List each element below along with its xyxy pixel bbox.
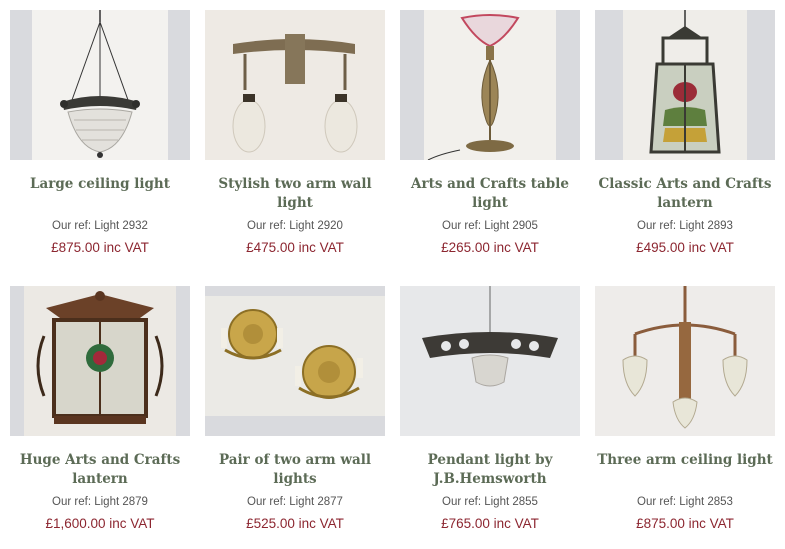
product-title[interactable]: Pair of two arm wall lights: [205, 451, 385, 489]
product-price: £875.00 inc VAT: [51, 240, 149, 255]
product-title[interactable]: Stylish two arm wall light: [205, 175, 385, 213]
product-title[interactable]: Three arm ceiling light: [595, 451, 775, 470]
product-card[interactable]: Pendant light by J.B.Hemsworth Our ref: …: [400, 286, 580, 548]
product-card[interactable]: Arts and Crafts table light Our ref: Lig…: [400, 10, 580, 286]
product-title[interactable]: Large ceiling light: [10, 175, 190, 194]
product-title[interactable]: Classic Arts and Crafts lantern: [595, 175, 775, 213]
wall-light-image[interactable]: [205, 10, 385, 160]
product-price: £495.00 inc VAT: [636, 240, 734, 255]
wall-lights-pair-image[interactable]: [205, 286, 385, 436]
ceiling-light-image[interactable]: [10, 10, 190, 160]
product-card[interactable]: Classic Arts and Crafts lantern Our ref:…: [595, 10, 775, 286]
product-title[interactable]: Arts and Crafts table light: [400, 175, 580, 213]
product-price: £525.00 inc VAT: [246, 516, 344, 531]
three-arm-light-image[interactable]: [595, 286, 775, 436]
product-ref: Our ref: Light 2877: [247, 496, 343, 508]
product-card[interactable]: Stylish two arm wall light Our ref: Ligh…: [205, 10, 385, 286]
product-grid: Large ceiling light Our ref: Light 2932 …: [10, 10, 775, 548]
product-ref: Our ref: Light 2893: [637, 220, 733, 232]
product-card[interactable]: Huge Arts and Crafts lantern Our ref: Li…: [10, 286, 190, 548]
product-card[interactable]: Three arm ceiling light Our ref: Light 2…: [595, 286, 775, 548]
product-ref: Our ref: Light 2932: [52, 220, 148, 232]
product-price: £1,600.00 inc VAT: [45, 516, 155, 531]
product-ref: Our ref: Light 2920: [247, 220, 343, 232]
pendant-light-image[interactable]: [400, 286, 580, 436]
table-light-image[interactable]: [400, 10, 580, 160]
huge-lantern-image[interactable]: [10, 286, 190, 436]
product-price: £765.00 inc VAT: [441, 516, 539, 531]
product-ref: Our ref: Light 2905: [442, 220, 538, 232]
product-price: £875.00 inc VAT: [636, 516, 734, 531]
product-ref: Our ref: Light 2855: [442, 496, 538, 508]
product-title[interactable]: Pendant light by J.B.Hemsworth: [400, 451, 580, 489]
product-ref: Our ref: Light 2853: [637, 496, 733, 508]
product-price: £475.00 inc VAT: [246, 240, 344, 255]
product-card[interactable]: Pair of two arm wall lights Our ref: Lig…: [205, 286, 385, 548]
product-ref: Our ref: Light 2879: [52, 496, 148, 508]
product-card[interactable]: Large ceiling light Our ref: Light 2932 …: [10, 10, 190, 286]
lantern-image[interactable]: [595, 10, 775, 160]
product-price: £265.00 inc VAT: [441, 240, 539, 255]
product-title[interactable]: Huge Arts and Crafts lantern: [10, 451, 190, 489]
